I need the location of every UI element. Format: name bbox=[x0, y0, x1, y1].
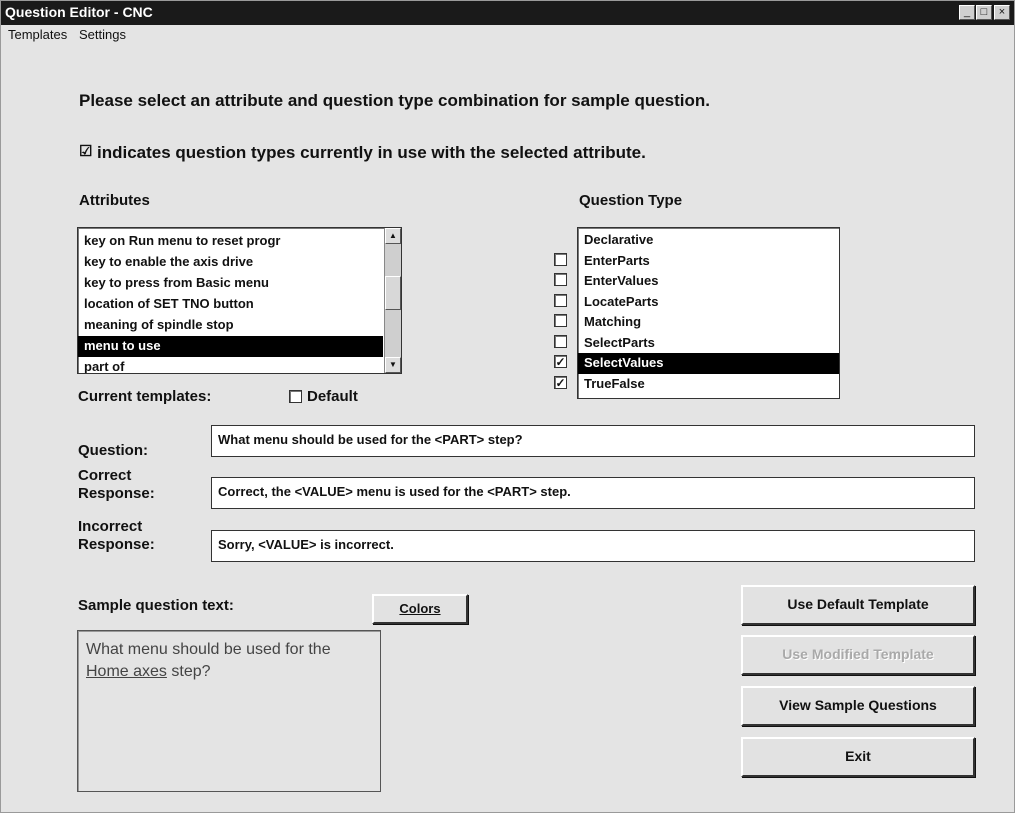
question-type-item[interactable]: Declarative bbox=[578, 230, 839, 251]
close-button[interactable]: × bbox=[994, 5, 1010, 20]
checkmark-icon: ☑ bbox=[79, 143, 93, 160]
question-editor-window: Question Editor - CNC _ □ × Templates Se… bbox=[0, 0, 1015, 813]
sample-link[interactable]: Home axes bbox=[86, 663, 167, 680]
current-templates-label: Current templates: bbox=[78, 388, 212, 405]
correct-response-field[interactable]: Correct, the <VALUE> menu is used for th… bbox=[211, 477, 975, 509]
attribute-item[interactable]: meaning of spindle stop bbox=[78, 315, 383, 336]
question-type-item[interactable]: Matching bbox=[578, 312, 839, 333]
attribute-item[interactable]: location of SET TNO button bbox=[78, 294, 383, 315]
question-type-checkbox[interactable] bbox=[554, 314, 567, 327]
attribute-item[interactable]: part of bbox=[78, 357, 383, 373]
question-type-item[interactable]: LocateParts bbox=[578, 292, 839, 313]
correct-label-line-1: Correct bbox=[78, 467, 132, 484]
attribute-item[interactable]: key on Run menu to reset progr bbox=[78, 231, 383, 252]
question-type-checkboxes: ✓ ✓ bbox=[554, 231, 574, 399]
menu-templates[interactable]: Templates bbox=[8, 27, 67, 42]
question-type-checkbox[interactable]: ✓ bbox=[554, 355, 567, 368]
question-type-item[interactable]: SelectParts bbox=[578, 333, 839, 354]
window-title: Question Editor - CNC bbox=[5, 4, 153, 20]
question-type-item[interactable]: TrueFalse bbox=[578, 374, 839, 395]
instruction-line-2: indicates question types currently in us… bbox=[97, 143, 646, 162]
default-checkbox[interactable] bbox=[289, 390, 302, 403]
view-sample-questions-button[interactable]: View Sample Questions bbox=[741, 686, 975, 726]
question-type-listbox[interactable]: Declarative EnterParts EnterValues LocatePa… bbox=[577, 227, 840, 399]
maximize-button[interactable]: □ bbox=[976, 5, 992, 20]
title-bar: Question Editor - CNC _ □ × bbox=[1, 1, 1014, 25]
scroll-thumb[interactable] bbox=[385, 276, 401, 310]
question-type-checkbox[interactable]: ✓ bbox=[554, 375, 567, 389]
question-type-item[interactable]: EnterParts bbox=[578, 251, 839, 272]
use-modified-template-button[interactable]: Use Modified Template bbox=[741, 635, 975, 675]
use-default-template-button[interactable]: Use Default Template bbox=[741, 585, 975, 625]
incorrect-label-line-1: Incorrect bbox=[78, 518, 143, 535]
attribute-item[interactable]: menu to use bbox=[78, 336, 383, 357]
incorrect-label-line-2: Response: bbox=[78, 536, 155, 553]
question-field[interactable]: What menu should be used for the <PART> … bbox=[211, 425, 975, 457]
correct-response-label: Correct Response: bbox=[78, 467, 155, 503]
correct-label-line-2: Response: bbox=[78, 485, 155, 502]
instruction-line-1: Please select an attribute and question … bbox=[79, 91, 711, 110]
question-type-item[interactable]: EnterValues bbox=[578, 271, 839, 292]
sample-text-after: step? bbox=[166, 663, 211, 680]
incorrect-response-label: Incorrect Response: bbox=[78, 518, 155, 554]
scroll-up-icon[interactable]: ▲ bbox=[385, 228, 401, 244]
scroll-down-icon[interactable]: ▼ bbox=[385, 357, 401, 373]
question-label: Question: bbox=[78, 442, 148, 459]
attribute-item[interactable]: key to press from Basic menu bbox=[78, 273, 383, 294]
menu-settings[interactable]: Settings bbox=[79, 27, 126, 42]
question-type-checkbox[interactable] bbox=[554, 252, 567, 266]
question-type-checkbox[interactable] bbox=[554, 293, 567, 307]
exit-button[interactable]: Exit bbox=[741, 737, 975, 777]
menu-bar: Templates Settings bbox=[1, 25, 1014, 45]
incorrect-response-field[interactable]: Sorry, <VALUE> is incorrect. bbox=[211, 530, 975, 562]
sample-question-label: Sample question text: bbox=[78, 597, 234, 614]
question-type-checkbox[interactable] bbox=[554, 334, 567, 348]
default-checkbox-label: Default bbox=[307, 388, 358, 405]
attributes-listbox[interactable]: key on Run menu to reset progr key to ena… bbox=[77, 227, 402, 374]
sample-text-before: What menu should be used for the bbox=[86, 641, 331, 658]
question-type-checkbox[interactable] bbox=[554, 273, 567, 286]
attributes-label: Attributes bbox=[79, 192, 150, 209]
attribute-item[interactable]: key to enable the axis drive bbox=[78, 252, 383, 273]
question-type-item[interactable]: SelectValues bbox=[578, 353, 839, 374]
sample-question-box: What menu should be used for the Home ax… bbox=[77, 630, 381, 792]
question-type-label: Question Type bbox=[579, 192, 683, 209]
colors-button[interactable]: Colors bbox=[372, 594, 468, 624]
attributes-scrollbar[interactable]: ▲ ▼ bbox=[384, 228, 401, 373]
minimize-button[interactable]: _ bbox=[959, 5, 975, 20]
